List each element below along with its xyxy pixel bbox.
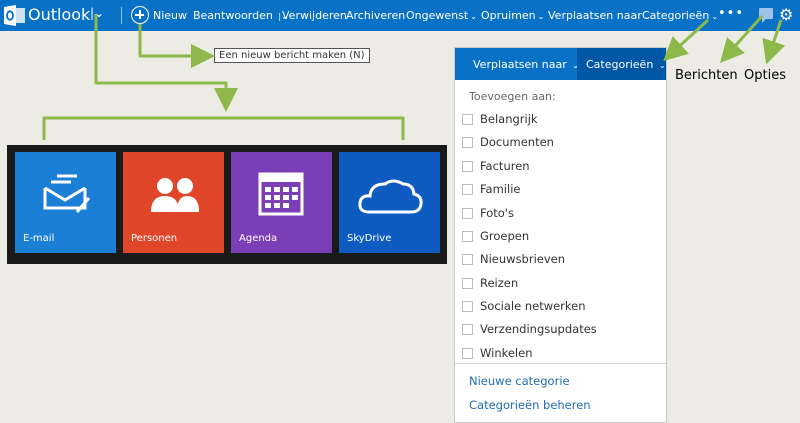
panel-move-to-button[interactable]: Verplaatsen naar ⌄: [455, 48, 579, 80]
category-label: Foto's: [480, 206, 514, 220]
category-checkbox[interactable]: [462, 136, 473, 148]
manage-categories-link[interactable]: Categorieën beheren: [469, 398, 591, 412]
annotation-opties: Opties: [744, 68, 786, 83]
sweep-chevron-icon: ⌄: [537, 12, 545, 21]
gear-icon[interactable]: ⚙: [779, 5, 793, 24]
category-item[interactable]: Nieuwsbrieven: [462, 250, 565, 268]
command-bar: Outlook |⌄ Nieuw Beantwoorden |⌄ Verwijd…: [0, 0, 800, 31]
reply-button[interactable]: Beantwoorden |⌄: [193, 9, 288, 22]
category-checkbox[interactable]: [462, 253, 473, 265]
reply-label: Beantwoorden: [193, 9, 273, 22]
category-item[interactable]: Sociale netwerken: [462, 297, 586, 315]
junk-button[interactable]: Ongewenst ⌄: [406, 9, 477, 22]
annotation-berichten: Berichten: [675, 68, 738, 83]
category-item[interactable]: Belangrijk: [462, 110, 538, 128]
tile-email[interactable]: E-mail: [15, 152, 116, 253]
sweep-button[interactable]: Opruimen ⌄: [481, 9, 544, 22]
category-label: Belangrijk: [480, 112, 538, 126]
app-tiles-strip: E-mail Personen Agenda SkyDrive: [7, 145, 447, 264]
category-checkbox[interactable]: [462, 207, 473, 219]
people-icon: [151, 178, 199, 212]
messaging-icon[interactable]: [759, 8, 773, 23]
new-message-tooltip: Een nieuw bericht maken (N): [214, 48, 370, 63]
mail-icon: [43, 174, 91, 213]
category-label: Verzendingsupdates: [480, 322, 597, 336]
panel-categories-chevron-icon: ⌄: [658, 61, 666, 70]
category-checkbox[interactable]: [462, 113, 473, 125]
category-checkbox[interactable]: [462, 347, 473, 359]
categories-dropdown-panel: Verplaatsen naar ⌄ Categorieën ⌄ Toevoeg…: [454, 47, 667, 423]
app-brand[interactable]: Outlook: [28, 5, 90, 24]
category-label: Documenten: [480, 135, 554, 149]
category-checkbox[interactable]: [462, 183, 473, 195]
panel-categories-label: Categorieën: [586, 58, 654, 71]
move-to-button[interactable]: Verplaatsen naar ⌄: [548, 9, 650, 22]
delete-button[interactable]: Verwijderen: [282, 9, 347, 22]
category-item[interactable]: Documenten: [462, 133, 554, 151]
category-label: Sociale netwerken: [480, 299, 586, 313]
calendar-icon: [258, 172, 304, 216]
category-item[interactable]: Foto's: [462, 204, 514, 222]
panel-header: Verplaatsen naar ⌄ Categorieën ⌄: [455, 48, 666, 80]
junk-chevron-icon: ⌄: [470, 12, 477, 21]
new-message-button[interactable]: Nieuw: [131, 5, 187, 25]
category-checkbox[interactable]: [462, 160, 473, 172]
new-message-label: Nieuw: [153, 8, 188, 22]
category-checkbox[interactable]: [462, 277, 473, 289]
category-checkbox[interactable]: [462, 300, 473, 312]
add-to-heading: Toevoegen aan:: [469, 90, 556, 103]
plus-circle-icon: [131, 6, 149, 24]
category-checkbox[interactable]: [462, 230, 473, 242]
tile-people[interactable]: Personen: [123, 152, 224, 253]
tile-calendar-label: Agenda: [239, 233, 278, 244]
category-label: Familie: [480, 182, 521, 196]
move-to-label: Verplaatsen naar: [548, 9, 642, 22]
cloud-icon: [358, 179, 423, 214]
category-item[interactable]: Reizen: [462, 274, 518, 292]
tile-email-label: E-mail: [23, 233, 55, 244]
panel-move-to-label: Verplaatsen naar: [473, 58, 567, 71]
new-category-link[interactable]: Nieuwe categorie: [469, 374, 570, 388]
category-item[interactable]: Facturen: [462, 157, 530, 175]
category-label: Facturen: [480, 159, 530, 173]
category-checkbox[interactable]: [462, 323, 473, 335]
junk-label: Ongewenst: [406, 9, 469, 22]
category-label: Winkelen: [480, 346, 533, 360]
archive-button[interactable]: Archiveren: [346, 9, 405, 22]
category-item[interactable]: Familie: [462, 180, 520, 198]
category-item[interactable]: Verzendingsupdates: [462, 320, 597, 338]
more-actions-icon[interactable]: •••: [718, 6, 744, 21]
brand-menu-chevron-icon[interactable]: |⌄: [90, 6, 104, 20]
tile-skydrive[interactable]: SkyDrive: [339, 152, 440, 253]
tile-calendar[interactable]: Agenda: [231, 152, 332, 253]
panel-divider: [455, 363, 666, 364]
category-item[interactable]: Winkelen: [462, 344, 533, 362]
panel-categories-button[interactable]: Categorieën ⌄: [577, 48, 666, 80]
outlook-logo-icon[interactable]: [4, 5, 26, 26]
category-label: Groepen: [480, 229, 530, 243]
categories-label: Categorieën: [642, 9, 710, 22]
categories-chevron-icon: ⌄: [711, 12, 719, 21]
sweep-label: Opruimen: [481, 9, 536, 22]
tile-people-label: Personen: [131, 233, 178, 244]
category-label: Reizen: [480, 276, 519, 290]
categories-button[interactable]: Categorieën ⌄: [642, 9, 718, 22]
tile-skydrive-label: SkyDrive: [347, 233, 392, 244]
toolbar-divider: [121, 7, 122, 24]
category-label: Nieuwsbrieven: [480, 252, 566, 266]
category-item[interactable]: Groepen: [462, 227, 529, 245]
